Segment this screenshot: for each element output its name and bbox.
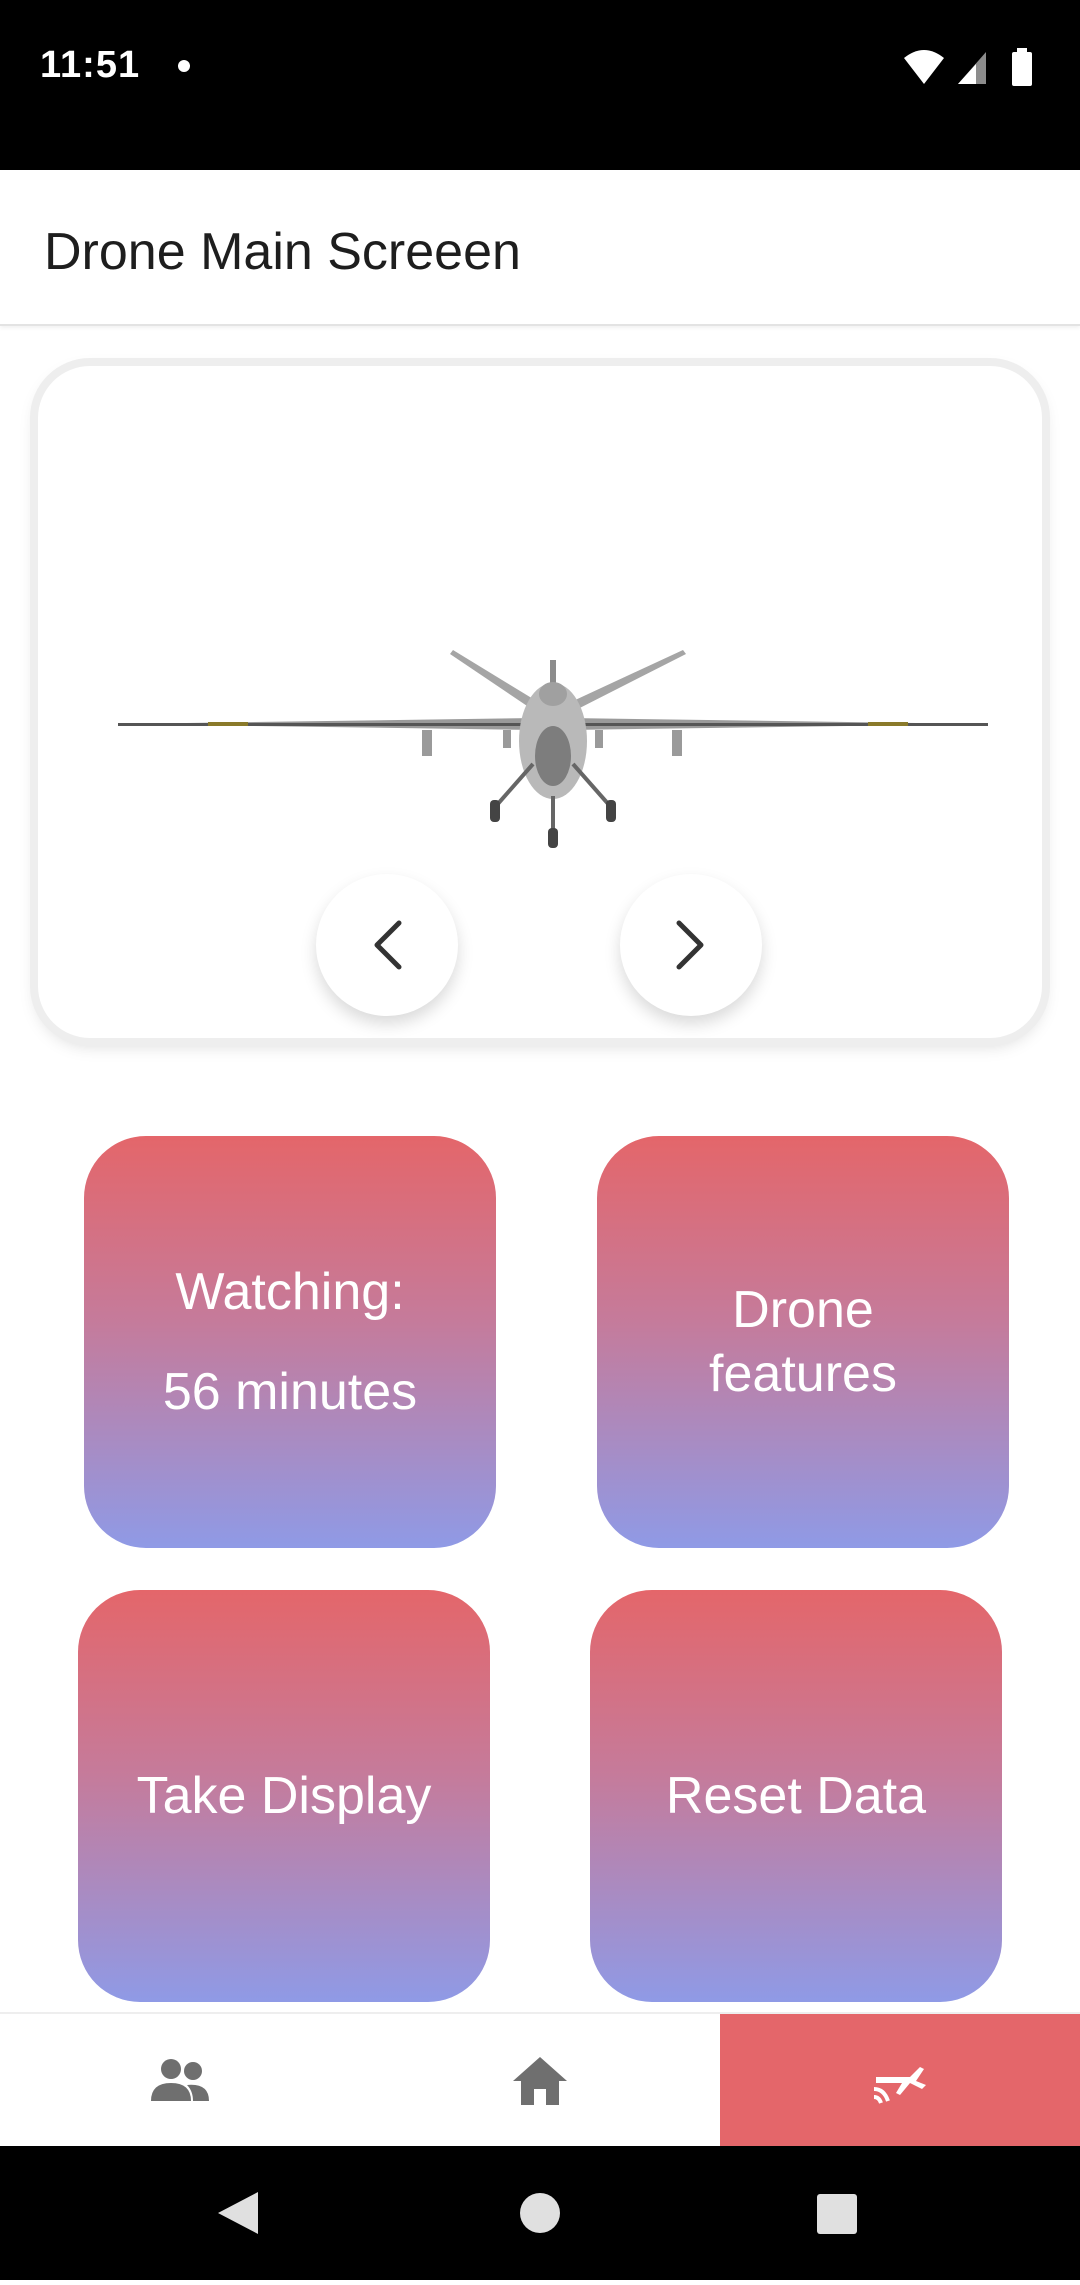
drone-features-line2: features [709,1345,897,1403]
drone-signal-icon [873,2067,926,2104]
wifi-icon [904,50,944,84]
bottom-navigation [0,2012,1080,2148]
nav-item-people[interactable] [0,2014,360,2148]
drone-features-button[interactable]: Drone features [597,1136,1009,1548]
page-title: Drone Main Screeen [44,223,521,281]
watching-value: 56 minutes [162,1363,418,1421]
chevron-left-icon [374,920,402,970]
watching-time-tile[interactable]: Watching: 56 minutes [84,1136,496,1548]
recents-icon[interactable] [817,2194,857,2234]
chevron-right-icon [676,920,704,970]
reset-data-label: Reset Data [665,1767,927,1825]
take-display-button[interactable]: Take Display [78,1590,490,2002]
back-icon[interactable] [218,2192,258,2234]
system-navigation-bar [0,2146,1080,2280]
watching-label: Watching: [175,1263,405,1321]
drone-model-image[interactable] [108,646,998,866]
next-button[interactable] [620,874,762,1016]
people-icon [151,2059,209,2101]
home-circle-icon[interactable] [520,2193,560,2233]
drone-viewer-card[interactable] [38,366,1042,1038]
previous-button[interactable] [316,874,458,1016]
status-bar: 11:51 [0,0,1080,170]
take-display-label: Take Display [136,1767,432,1825]
status-time: 11:51 [40,44,141,86]
reset-data-button[interactable]: Reset Data [590,1590,1002,2002]
notification-dot-icon [178,60,190,72]
status-icons [904,48,1032,86]
cell-signal-icon [958,52,986,84]
home-icon [513,2057,567,2105]
nav-item-home[interactable] [360,2014,720,2148]
drone-features-line1: Drone [732,1281,874,1339]
app-bar: Drone Main Screeen [0,170,1080,326]
battery-icon [1012,48,1032,86]
nav-item-drone-signal[interactable] [720,2014,1080,2148]
